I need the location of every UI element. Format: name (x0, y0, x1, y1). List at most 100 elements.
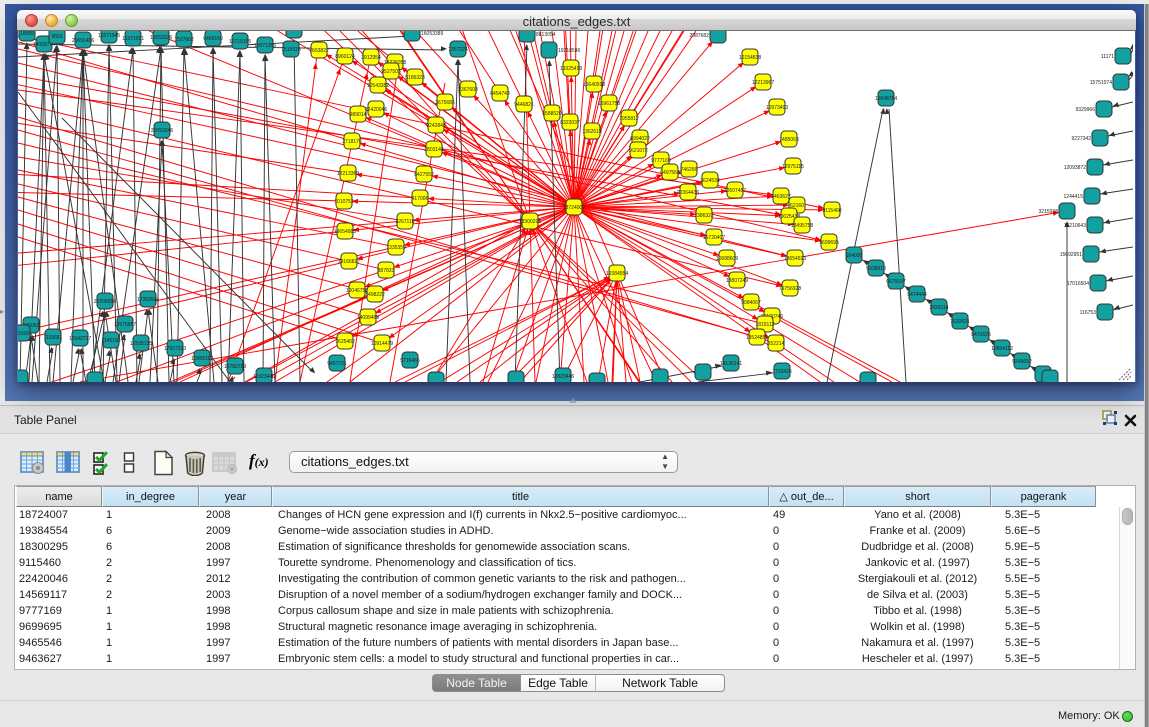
svg-text:7955812: 7955812 (619, 116, 639, 122)
svg-text:5938913: 5938913 (866, 266, 886, 272)
svg-text:552214: 552214 (768, 341, 785, 347)
svg-text:19218596: 19218596 (558, 48, 580, 54)
svg-text:9777169: 9777169 (651, 158, 671, 164)
svg-text:8813054: 8813054 (536, 32, 556, 38)
svg-text:15751074: 15751074 (1090, 80, 1112, 86)
svg-text:16640910: 16640910 (583, 82, 605, 88)
svg-text:12213967: 12213967 (752, 80, 774, 86)
svg-text:10543382: 10543382 (367, 83, 389, 89)
svg-text:7663822: 7663822 (309, 48, 329, 54)
svg-text:12823446: 12823446 (552, 374, 574, 380)
svg-text:989014: 989014 (350, 112, 367, 118)
svg-text:2718176: 2718176 (342, 139, 362, 145)
svg-text:9329966: 9329966 (1076, 107, 1096, 113)
svg-text:8960124: 8960124 (335, 54, 355, 60)
svg-text:12093872: 12093872 (1064, 165, 1086, 171)
svg-text:79756928: 79756928 (779, 286, 801, 292)
svg-text:3215938: 3215938 (1039, 209, 1059, 215)
svg-text:9115460: 9115460 (822, 208, 841, 214)
svg-text:6679197: 6679197 (886, 279, 906, 285)
svg-text:9227342: 9227342 (1072, 136, 1092, 142)
svg-text:10507487: 10507487 (724, 188, 746, 194)
svg-text:13524851: 13524851 (746, 335, 768, 341)
svg-text:20691406: 20691406 (72, 38, 94, 44)
svg-text:6497568: 6497568 (660, 170, 680, 176)
svg-text:9474444: 9474444 (907, 292, 927, 298)
svg-text:18055: 18055 (20, 31, 34, 37)
svg-text:12975115: 12975115 (782, 164, 804, 170)
svg-text:417006: 417006 (412, 196, 429, 202)
svg-text:10654112: 10654112 (991, 346, 1013, 352)
svg-text:7625402: 7625402 (335, 339, 355, 345)
svg-text:9084067: 9084067 (741, 300, 761, 306)
svg-text:10958117: 10958117 (191, 356, 213, 362)
svg-text:12505135: 12505135 (130, 341, 152, 347)
svg-text:1588520: 1588520 (542, 111, 562, 117)
svg-text:8454749: 8454749 (490, 91, 510, 97)
svg-text:1244415: 1244415 (1064, 194, 1084, 200)
svg-text:20053346: 20053346 (151, 128, 173, 134)
svg-text:10914479: 10914479 (371, 341, 393, 347)
svg-text:7485063: 7485063 (779, 137, 799, 143)
svg-text:1115681: 1115681 (44, 335, 63, 341)
svg-text:3912954: 3912954 (361, 55, 381, 61)
svg-text:12942737: 12942737 (69, 336, 91, 342)
svg-text:16648784: 16648784 (875, 96, 897, 102)
svg-text:7386322: 7386322 (694, 213, 714, 219)
svg-text:19371051: 19371051 (122, 36, 144, 42)
svg-text:1145193: 1145193 (101, 338, 120, 344)
svg-text:9245652: 9245652 (1012, 359, 1032, 365)
svg-text:2367608: 2367608 (458, 87, 478, 93)
svg-text:164095: 164095 (846, 253, 863, 259)
svg-text:8322037: 8322037 (560, 120, 580, 126)
svg-text:6994022: 6994022 (630, 136, 650, 142)
svg-text:9699695: 9699695 (819, 240, 839, 246)
svg-text:20364436: 20364436 (677, 190, 699, 196)
svg-text:6466160: 6466160 (203, 36, 223, 42)
svg-text:887833: 887833 (378, 268, 395, 274)
svg-text:16210643: 16210643 (1064, 223, 1086, 229)
svg-text:8471626: 8471626 (971, 332, 991, 338)
svg-text:1621072: 1621072 (628, 148, 648, 154)
svg-text:2933114: 2933114 (929, 305, 948, 311)
svg-text:10973493: 10973493 (766, 105, 788, 111)
svg-text:16154838: 16154838 (739, 55, 761, 61)
svg-text:10653326: 10653326 (150, 35, 172, 41)
svg-text:1010753: 1010753 (334, 199, 354, 205)
svg-text:9446821: 9446821 (514, 102, 534, 108)
svg-text:19166827: 19166827 (338, 259, 360, 265)
svg-text:18300295: 18300295 (519, 219, 541, 225)
svg-text:14099489: 14099489 (357, 315, 379, 321)
svg-text:9242848: 9242848 (426, 123, 446, 129)
svg-text:9527503: 9527503 (381, 69, 401, 75)
svg-text:3267110: 3267110 (395, 219, 414, 225)
svg-text:13975887: 13975887 (114, 322, 136, 328)
svg-text:22420046: 22420046 (365, 107, 387, 113)
svg-text:1733426: 1733426 (772, 369, 792, 375)
svg-text:10671355: 10671355 (254, 43, 276, 49)
svg-text:17359924: 17359924 (137, 297, 159, 303)
svg-text:1815112: 1815112 (755, 322, 774, 328)
svg-text:19384554: 19384554 (606, 271, 628, 277)
svg-text:19654985: 19654985 (334, 229, 356, 235)
svg-text:7515526: 7515526 (281, 47, 301, 53)
svg-text:116753: 116753 (1080, 310, 1097, 316)
svg-text:5186323: 5186323 (405, 75, 425, 81)
svg-text:1527602: 1527602 (174, 37, 194, 43)
svg-text:7632621: 7632621 (950, 319, 970, 325)
svg-text:18724007: 18724007 (563, 205, 585, 211)
svg-text:11923446: 11923446 (253, 374, 275, 380)
svg-text:11171: 11171 (1101, 54, 1114, 60)
svg-text:16782759: 16782759 (224, 364, 246, 370)
svg-text:18807249: 18807249 (726, 278, 748, 284)
svg-text:16961758: 16961758 (598, 101, 620, 107)
svg-text:13325419: 13325419 (560, 66, 582, 72)
svg-text:3675685: 3675685 (435, 100, 455, 106)
svg-text:9663: 9663 (51, 34, 62, 40)
svg-text:9457721: 9457721 (327, 361, 347, 367)
svg-text:746266: 746266 (681, 167, 698, 173)
svg-text:15720407: 15720407 (703, 235, 725, 241)
svg-text:14136141: 14136141 (720, 361, 742, 367)
svg-text:5716465: 5716465 (400, 358, 420, 364)
svg-text:1335359: 1335359 (386, 245, 406, 251)
